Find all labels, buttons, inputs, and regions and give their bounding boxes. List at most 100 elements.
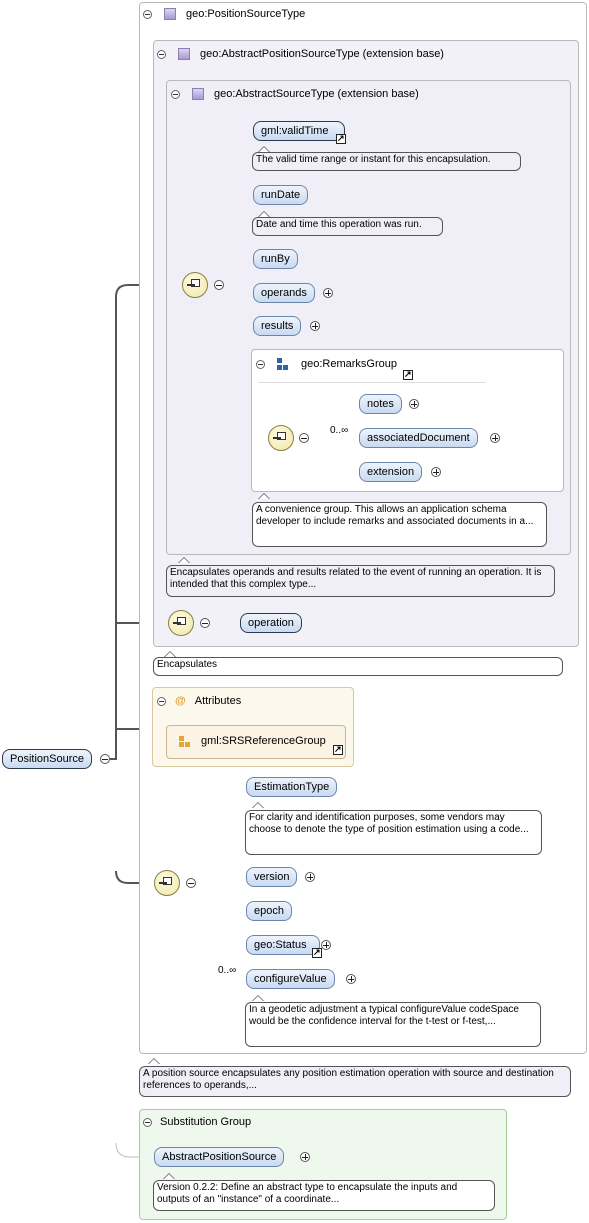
sequence-compositor-icon[interactable]	[154, 870, 180, 896]
element-configure-value[interactable]: configureValue	[246, 969, 335, 989]
position-source-doc: A position source encapsulates any posit…	[139, 1066, 571, 1097]
element-associated-document[interactable]: associatedDocument	[359, 428, 478, 448]
attribute-group-icon	[179, 736, 190, 747]
complex-type-icon	[164, 8, 176, 20]
element-geo-status[interactable]: geo:Status	[246, 935, 320, 955]
collapse-sequence-icon[interactable]	[200, 618, 210, 628]
sequence-compositor-icon[interactable]	[182, 272, 208, 298]
substitution-title: Substitution Group	[160, 1116, 252, 1128]
expand-extension-icon[interactable]	[431, 467, 441, 477]
remarks-group-doc: A convenience group. This allows an appl…	[252, 502, 547, 547]
element-operation[interactable]: operation	[240, 613, 302, 633]
element-label: EstimationType	[254, 781, 330, 793]
type-title: geo:AbstractPositionSourceType (extensio…	[200, 48, 444, 60]
element-run-by[interactable]: runBy	[253, 249, 298, 269]
attributes-header[interactable]: @ Attributes	[157, 695, 241, 707]
callout-tail	[252, 995, 264, 1001]
element-run-date[interactable]: runDate	[253, 185, 309, 205]
element-label: notes	[367, 398, 394, 410]
abstract-source-type-header[interactable]: geo:AbstractSourceType (extension base)	[171, 88, 419, 100]
remarks-divider	[258, 382, 486, 383]
element-notes[interactable]: notes	[359, 394, 402, 414]
element-label: operation	[248, 617, 294, 629]
collapse-icon[interactable]	[143, 1117, 152, 1127]
element-label: epoch	[254, 905, 284, 917]
expand-results-icon[interactable]	[310, 321, 320, 331]
collapse-choice-icon[interactable]	[299, 433, 309, 443]
substitution-group-header[interactable]: Substitution Group	[143, 1116, 251, 1128]
abstract-source-doc: Encapsulates operands and results relate…	[166, 565, 555, 597]
element-version[interactable]: version	[246, 867, 298, 887]
root-element-position-source[interactable]: PositionSource	[2, 749, 92, 769]
substitution-doc: Version 0.2.2: Define an abstract type t…	[153, 1180, 495, 1211]
reference-link-icon[interactable]	[336, 132, 346, 144]
expand-configure-value-icon[interactable]	[346, 974, 356, 984]
expand-associated-document-icon[interactable]	[490, 433, 500, 443]
doc-text: A position source encapsulates any posit…	[143, 1068, 554, 1091]
element-label: configureValue	[254, 973, 327, 985]
collapse-sequence-icon[interactable]	[214, 280, 224, 290]
element-epoch[interactable]: epoch	[246, 901, 292, 921]
configure-value-doc: In a geodetic adjustment a typical confi…	[245, 1002, 541, 1047]
abstract-position-source-type-header[interactable]: geo:AbstractPositionSourceType (extensio…	[157, 48, 444, 60]
type-title: geo:PositionSourceType	[186, 8, 306, 20]
collapse-sequence-icon[interactable]	[186, 878, 196, 888]
occurrence-label: 0..∞	[330, 425, 349, 436]
estimation-type-doc: For clarity and identification purposes,…	[245, 810, 542, 855]
reference-link-icon[interactable]	[333, 743, 343, 755]
reference-link-icon[interactable]	[403, 368, 413, 380]
element-operands[interactable]: operands	[253, 283, 315, 303]
doc-text: Version 0.2.2: Define an abstract type t…	[157, 1182, 458, 1205]
element-label: geo:Status	[254, 939, 307, 951]
choice-compositor-icon[interactable]	[268, 425, 294, 451]
element-valid-time[interactable]: gml:validTime	[253, 121, 345, 141]
collapse-icon[interactable]	[157, 696, 166, 706]
doc-text: In a geodetic adjustment a typical confi…	[249, 1004, 519, 1027]
element-label: operands	[261, 287, 307, 299]
doc-text: For clarity and identification purposes,…	[249, 812, 529, 835]
run-date-doc: Date and time this operation was run.	[252, 217, 443, 236]
collapse-root-icon[interactable]	[100, 754, 110, 764]
expand-version-icon[interactable]	[305, 872, 315, 882]
collapse-icon[interactable]	[157, 49, 166, 59]
element-label: associatedDocument	[367, 432, 470, 444]
collapse-icon[interactable]	[171, 89, 180, 99]
expand-operands-icon[interactable]	[323, 288, 333, 298]
callout-tail	[178, 557, 190, 563]
callout-tail	[252, 802, 264, 808]
element-label: gml:validTime	[261, 125, 329, 137]
callout-tail	[163, 1173, 175, 1179]
type-title: geo:AbstractSourceType (extension base)	[214, 88, 419, 100]
element-label: PositionSource	[10, 753, 84, 765]
element-estimation-type[interactable]: EstimationType	[246, 777, 338, 797]
occurrence-label: 0..∞	[218, 965, 237, 976]
element-label: extension	[367, 466, 415, 478]
attributes-title: Attributes	[194, 695, 242, 707]
element-label: runDate	[261, 189, 301, 201]
doc-text: The valid time range or instant for this…	[256, 154, 491, 165]
complex-type-icon	[178, 48, 190, 60]
doc-text: Encapsulates	[157, 659, 218, 670]
collapse-icon[interactable]	[256, 359, 265, 369]
callout-tail	[148, 1058, 160, 1064]
reference-link-icon[interactable]	[312, 946, 322, 958]
element-label: version	[254, 871, 290, 883]
element-abstract-position-source[interactable]: AbstractPositionSource	[154, 1147, 285, 1167]
element-extension[interactable]: extension	[359, 462, 423, 482]
element-label: AbstractPositionSource	[162, 1151, 277, 1163]
remarks-group-header[interactable]: geo:RemarksGroup	[256, 358, 397, 370]
callout-tail	[258, 493, 270, 499]
expand-abstract-position-source-icon[interactable]	[300, 1152, 310, 1162]
valid-time-doc: The valid time range or instant for this…	[252, 152, 521, 171]
element-results[interactable]: results	[253, 316, 302, 336]
collapse-icon[interactable]	[143, 9, 152, 19]
sequence-compositor-icon[interactable]	[168, 610, 194, 636]
doc-text: Date and time this operation was run.	[256, 219, 422, 230]
position-source-type-header[interactable]: geo:PositionSourceType	[143, 8, 305, 20]
doc-text: Encapsulates operands and results relate…	[170, 567, 542, 590]
expand-notes-icon[interactable]	[409, 399, 419, 409]
srs-reference-group-label: gml:SRSReferenceGroup	[201, 735, 326, 747]
expand-status-icon[interactable]	[321, 940, 331, 950]
abstract-position-doc: Encapsulates	[153, 657, 563, 676]
group-title: geo:RemarksGroup	[301, 358, 397, 370]
